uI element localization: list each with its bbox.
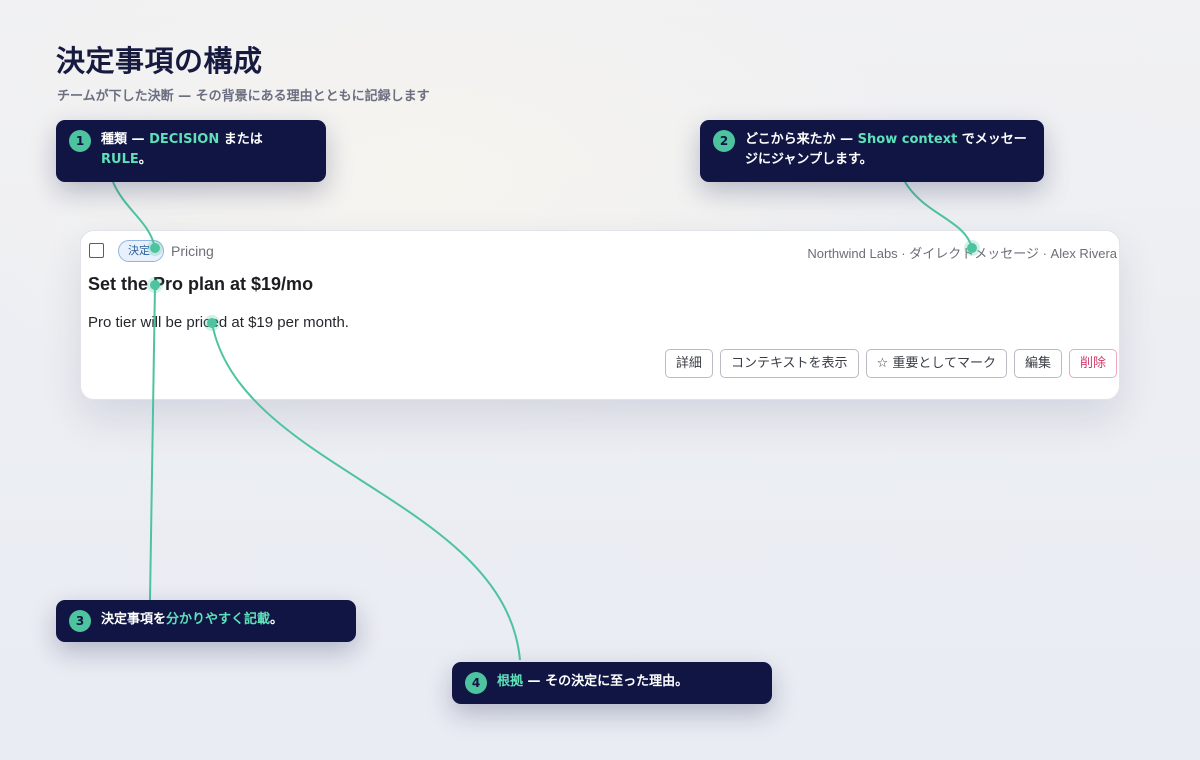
topic-label: Pricing — [171, 243, 214, 259]
callout-number: 3 — [69, 610, 91, 632]
page-title: 決定事項の構成 — [56, 44, 263, 78]
callout-text: 種類 — — [101, 132, 150, 147]
select-checkbox[interactable] — [89, 243, 104, 258]
callout-text: 。 — [270, 612, 284, 627]
callout-text: または — [219, 132, 263, 147]
mark-important-button[interactable]: ☆ 重要としてマーク — [865, 349, 1007, 378]
details-button[interactable]: 詳細 — [664, 349, 713, 378]
callout-number: 1 — [69, 130, 91, 152]
decision-title: Set the Pro plan at $19/mo — [88, 274, 314, 294]
callout-title: 3 決定事項を分かりやすく記載。 — [56, 600, 356, 642]
decision-card: 決定 Pricing Northwind Labs · ダイレクトメッセージ ·… — [80, 230, 1120, 400]
callout-text: 。 — [138, 152, 152, 167]
edit-button[interactable]: 編集 — [1013, 349, 1062, 378]
callout-highlight: RULE — [101, 152, 139, 167]
callout-source: 2 どこから来たか — Show context でメッセージにジャンプします。 — [700, 120, 1044, 182]
callout-highlight: DECISION — [149, 132, 220, 147]
decision-rationale: Pro tier will be priced at $19 per month… — [88, 314, 349, 331]
callout-highlight: 分かりやすく記載 — [166, 612, 271, 627]
type-badge: 決定 — [118, 240, 164, 262]
show-context-button[interactable]: コンテキストを表示 — [719, 349, 859, 378]
callout-number: 4 — [465, 672, 487, 694]
callout-type: 1 種類 — DECISION または RULE。 — [56, 120, 326, 182]
source-meta: Northwind Labs · ダイレクトメッセージ · Alex River… — [807, 246, 1117, 261]
card-actions: 詳細 コンテキストを表示 ☆ 重要としてマーク 編集 削除 — [664, 349, 1117, 378]
callout-highlight: 根拠 — [497, 674, 524, 689]
callout-rationale: 4 根拠 — その決定に至った理由。 — [452, 662, 772, 704]
delete-button[interactable]: 削除 — [1068, 349, 1117, 378]
callout-highlight: Show context — [857, 132, 958, 147]
page-subtitle: チームが下した決断 — その背景にある理由とともに記録します — [57, 89, 430, 104]
callout-text: どこから来たか — — [745, 132, 858, 147]
callout-text: — その決定に至った理由。 — [523, 674, 689, 689]
callout-number: 2 — [713, 130, 735, 152]
callout-text: 決定事項を — [101, 612, 167, 627]
